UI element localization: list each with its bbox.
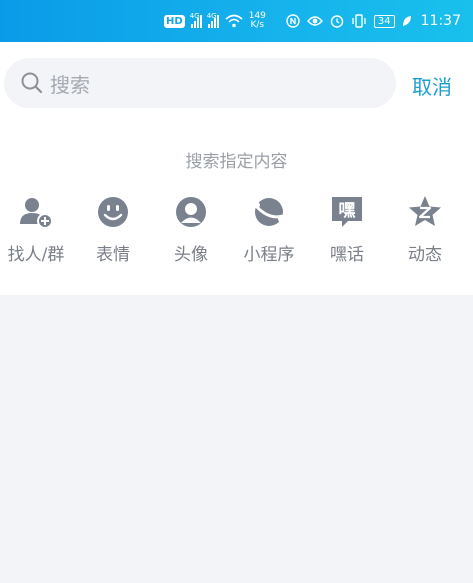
search-placeholder: 搜索 xyxy=(50,72,90,97)
category-label: 小程序 xyxy=(243,245,295,265)
svg-text:嘿: 嘿 xyxy=(339,201,356,221)
category-row: 找人/群 表情 头像 小程序 嘿 嘿话 动态 xyxy=(0,194,473,274)
network-speed: 149 K/s xyxy=(248,11,266,30)
category-label: 嘿话 xyxy=(330,245,364,265)
search-input[interactable]: 搜索 xyxy=(4,58,396,108)
dynamic-icon xyxy=(409,196,441,226)
category-label: 表情 xyxy=(96,245,130,265)
category-label: 头像 xyxy=(174,245,208,265)
category-emoji[interactable]: 表情 xyxy=(74,194,152,265)
signal-icon: 4G xyxy=(190,12,202,28)
nfc-icon xyxy=(286,14,300,28)
category-mini-program[interactable]: 小程序 xyxy=(230,194,308,265)
mini-program-icon xyxy=(254,198,284,226)
emoji-icon xyxy=(98,197,128,227)
hd-badge: HD xyxy=(164,14,185,28)
wifi-icon xyxy=(225,14,243,28)
vibrate-icon xyxy=(352,14,366,28)
category-label: 动态 xyxy=(408,245,442,265)
find-people-icon xyxy=(20,198,53,229)
category-avatar[interactable]: 头像 xyxy=(152,194,230,265)
heihua-icon: 嘿 xyxy=(332,197,362,227)
clock: 11:37 xyxy=(420,13,461,29)
alarm-icon xyxy=(330,15,344,28)
avatar-icon xyxy=(176,197,206,227)
status-bar: HD 4G 4G 149 K/s 34 11:37 xyxy=(0,0,473,42)
leaf-icon xyxy=(402,16,411,26)
category-heihua[interactable]: 嘿 嘿话 xyxy=(308,194,386,265)
category-find-people[interactable]: 找人/群 xyxy=(0,194,75,265)
network-indicators: HD 4G 4G 149 K/s xyxy=(164,12,266,30)
eye-icon xyxy=(306,16,323,26)
section-title: 搜索指定内容 xyxy=(185,152,288,172)
category-label: 找人/群 xyxy=(7,245,65,265)
search-panel: 搜索 取消 搜索指定内容 找人/群 表情 头像 小程序 嘿 嘿话 动态 xyxy=(0,42,473,295)
system-icons: 34 11:37 xyxy=(286,13,461,29)
search-icon xyxy=(21,72,43,94)
signal-icon: 4G xyxy=(207,12,219,28)
battery-icon: 34 xyxy=(373,14,395,28)
category-dynamic[interactable]: 动态 xyxy=(386,194,464,265)
cancel-button[interactable]: 取消 xyxy=(412,71,452,100)
